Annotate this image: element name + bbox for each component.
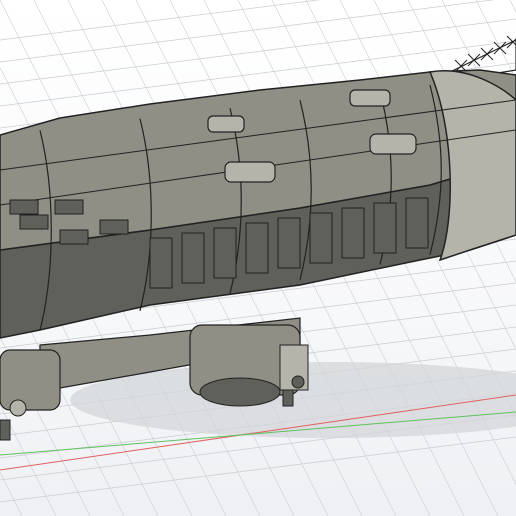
- grid-line: [0, 0, 321, 41]
- hull-panel: [213, 227, 237, 279]
- hull-vent: [59, 229, 89, 245]
- hull-vent: [99, 219, 129, 235]
- engine-pod-3: [207, 115, 245, 133]
- grid-line: [0, 436, 516, 503]
- scene-canvas[interactable]: [0, 0, 516, 516]
- hull-panel: [245, 222, 269, 274]
- hull-vent: [9, 199, 39, 215]
- hull-panel: [149, 237, 173, 289]
- hull-panel: [309, 212, 333, 264]
- hull-panel: [181, 232, 205, 284]
- grid-line: [0, 0, 495, 63]
- hull-panel: [277, 217, 301, 269]
- hull-panel: [341, 207, 365, 259]
- engine-pod-1: [224, 161, 276, 183]
- 3d-viewport[interactable]: [0, 0, 516, 516]
- hull-panel: [373, 202, 397, 254]
- engine-pod-2: [369, 133, 417, 155]
- hull-vent: [54, 199, 84, 215]
- hull-panel: [405, 197, 429, 249]
- engine-pod-4: [349, 89, 391, 107]
- hull-vent: [19, 214, 49, 230]
